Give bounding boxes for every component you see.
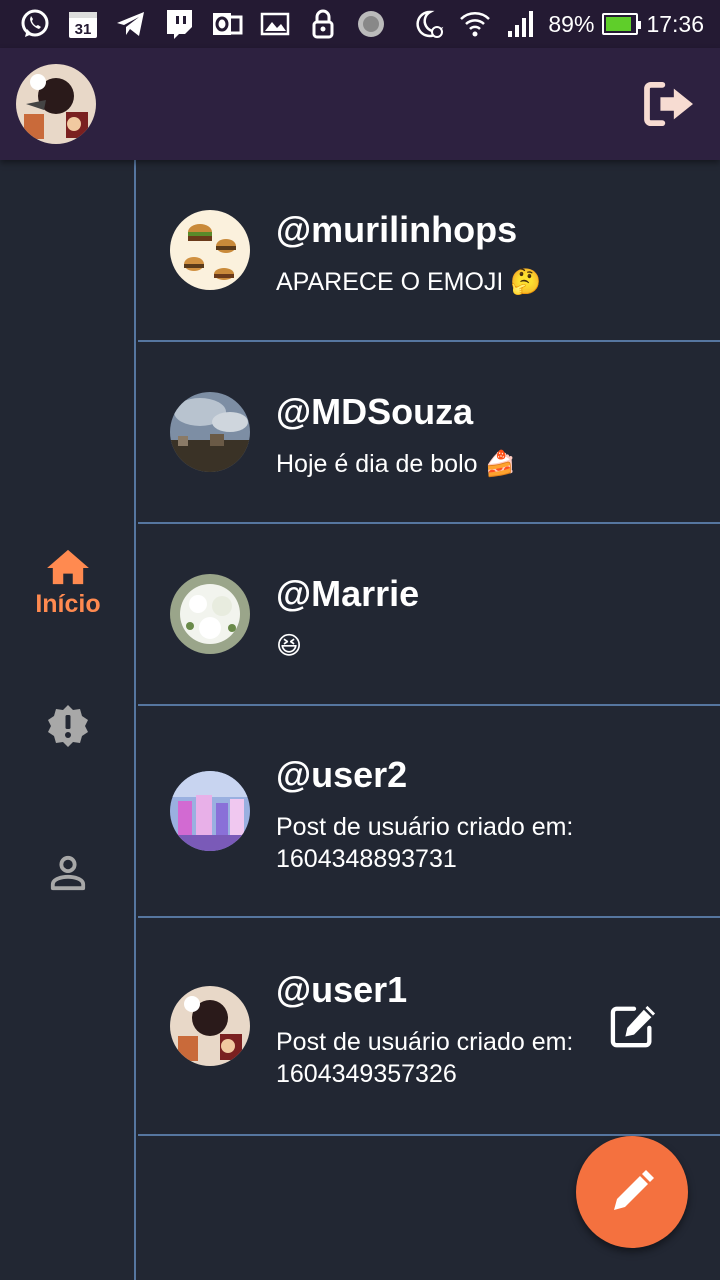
post-avatar[interactable] [170, 986, 250, 1066]
post-item[interactable]: @murilinhops APARECE O EMOJI 🤔 [138, 160, 720, 342]
logout-button[interactable] [640, 74, 700, 134]
nav-item-alerts[interactable] [0, 704, 136, 748]
wifi-icon [456, 5, 494, 43]
post-item[interactable]: @user2 Post de usuário criado em: 160434… [138, 706, 720, 918]
battery-icon [602, 13, 642, 35]
post-item[interactable]: @Marrie 😆 [138, 524, 720, 706]
post-text: Hoje é dia de bolo 🍰 [276, 450, 516, 478]
whatsapp-icon [16, 5, 54, 43]
side-nav: Início [0, 160, 136, 1280]
post-username[interactable]: @murilinhops [276, 208, 541, 252]
loading-icon [352, 5, 390, 43]
post-item[interactable]: @MDSouza Hoje é dia de bolo 🍰 [138, 342, 720, 524]
post-item[interactable]: @user1 Post de usuário criado em: 160434… [138, 918, 720, 1136]
home-icon [47, 549, 89, 585]
post-username[interactable]: @user2 [276, 753, 720, 797]
post-username[interactable]: @Marrie [276, 572, 419, 616]
logout-icon [644, 81, 693, 127]
post-avatar[interactable] [170, 771, 250, 851]
signal-icon [502, 5, 540, 43]
do-not-disturb-icon [410, 5, 448, 43]
new-post-button[interactable] [576, 1136, 688, 1248]
post-username[interactable]: @MDSouza [276, 390, 516, 434]
post-text: Post de usuário criado em: 1604349357326 [276, 1028, 574, 1088]
battery-percent: 89% [548, 10, 595, 37]
nav-item-profile[interactable] [0, 854, 136, 892]
nav-item-home[interactable]: Início [0, 548, 136, 619]
post-feed: @murilinhops APARECE O EMOJI 🤔 @MDSouza … [138, 160, 720, 1136]
telegram-icon [112, 5, 150, 43]
edit-post-button[interactable] [608, 1002, 660, 1050]
post-text: APARECE O EMOJI 🤔 [276, 268, 542, 296]
post-avatar[interactable] [170, 574, 250, 654]
app-bar [0, 48, 720, 160]
outlook-icon [208, 5, 246, 43]
pencil-icon [614, 1170, 654, 1210]
battery-level [606, 17, 632, 31]
post-username[interactable]: @user1 [276, 968, 576, 1012]
clock: 17:36 [646, 10, 704, 37]
status-bar: 31 89% 17:36 [0, 0, 720, 48]
lock-icon [304, 5, 342, 43]
nav-item-home-label: Início [35, 590, 101, 618]
person-icon [50, 855, 86, 891]
post-text: Post de usuário criado em: 1604348893731 [276, 813, 574, 873]
post-avatar[interactable] [170, 210, 250, 290]
twitch-icon [160, 5, 198, 43]
post-text: 😆 [276, 632, 303, 660]
post-avatar[interactable] [170, 392, 250, 472]
user-avatar[interactable] [16, 64, 96, 144]
gallery-icon [256, 5, 294, 43]
svg-text:31: 31 [75, 21, 92, 38]
edit-icon [610, 1005, 656, 1048]
calendar-icon: 31 [64, 5, 102, 43]
alert-badge-icon [48, 705, 88, 747]
